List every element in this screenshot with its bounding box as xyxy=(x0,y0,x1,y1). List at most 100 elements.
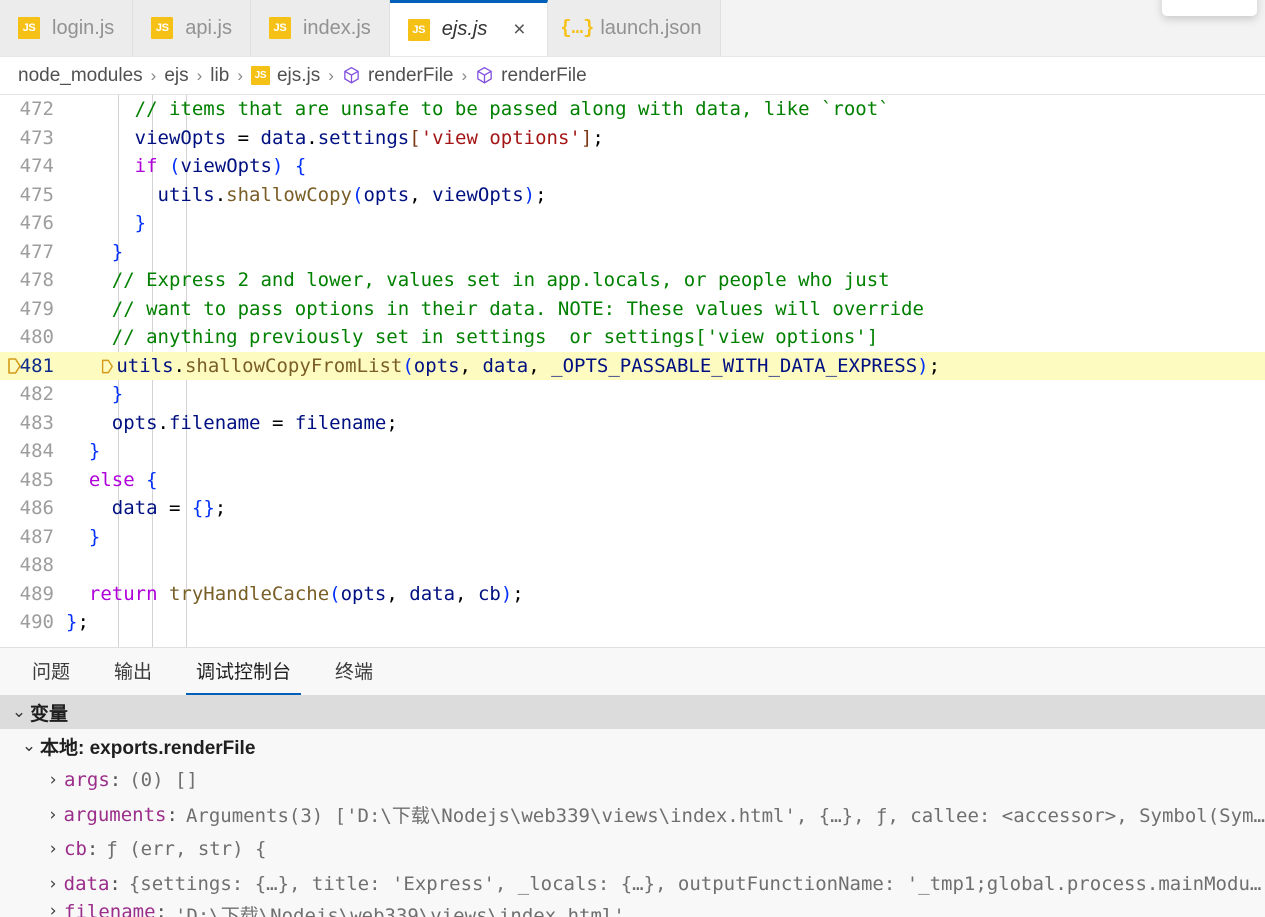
line-number[interactable]: 486 xyxy=(0,497,66,519)
editor-tab-api-js[interactable]: JS api.js xyxy=(133,0,251,56)
code-line[interactable]: 485 else { xyxy=(0,466,1265,495)
code-line-text: // items that are unsafe to be passed al… xyxy=(134,98,890,121)
code-editor[interactable]: 472 // items that are unsafe to be passe… xyxy=(0,95,1265,647)
line-number[interactable]: 480 xyxy=(0,326,66,348)
code-line-text: } xyxy=(88,525,101,548)
breadcrumb-item-ejs[interactable]: ejs › xyxy=(164,65,210,87)
chevron-right-icon[interactable]: › xyxy=(42,839,64,859)
variable-row[interactable]: › cb: ƒ (err, str) { xyxy=(0,832,1265,867)
debug-execution-pointer-icon xyxy=(6,357,22,375)
line-number[interactable]: 477 xyxy=(0,241,66,263)
variable-name: data xyxy=(63,872,110,895)
js-file-icon: JS xyxy=(250,66,270,85)
variable-value: {settings: {…}, title: 'Express', _local… xyxy=(128,872,1265,895)
code-line[interactable]: 486 data = {}; xyxy=(0,494,1265,523)
chevron-right-icon[interactable]: › xyxy=(42,770,64,790)
code-line[interactable]: 490}; xyxy=(0,608,1265,637)
code-line[interactable]: 484 } xyxy=(0,437,1265,466)
editor-tab-label: api.js xyxy=(185,16,232,39)
variable-row[interactable]: › data: {settings: {…}, title: 'Express', … xyxy=(0,867,1265,902)
code-lines: 472 // items that are unsafe to be passe… xyxy=(0,95,1265,637)
line-number[interactable]: 479 xyxy=(0,298,66,320)
code-line-text: } xyxy=(111,383,124,406)
panel-tab-debug-console[interactable]: 调试控制台 xyxy=(186,657,302,695)
code-line[interactable]: 475 utils.shallowCopy(opts, viewOpts); xyxy=(0,181,1265,210)
chevron-right-icon: › xyxy=(461,65,468,85)
variables-section-header[interactable]: ⌄ 变量 xyxy=(0,695,1265,729)
line-number[interactable]: 482 xyxy=(0,383,66,405)
panel-tab-output[interactable]: 输出 xyxy=(104,657,162,695)
code-line-current-execution[interactable]: 481 utils.shallowCopyFromList(opts, data… xyxy=(0,351,1265,380)
code-line[interactable]: 488 xyxy=(0,551,1265,580)
breadcrumb-label: ejs.js xyxy=(276,64,321,86)
panel-tab-problems[interactable]: 问题 xyxy=(22,657,80,695)
editor-tab-label: index.js xyxy=(302,16,371,39)
chevron-right-icon: › xyxy=(196,65,203,85)
variables-section-title: 变量 xyxy=(30,703,69,725)
variable-row[interactable]: › args: (0) [] xyxy=(0,763,1265,798)
code-line[interactable]: 472 // items that are unsafe to be passe… xyxy=(0,95,1265,124)
variable-colon: : xyxy=(86,838,99,861)
panel-tab-bar: 问题 输出 调试控制台 终端 xyxy=(0,647,1265,695)
breadcrumb-label: node_modules xyxy=(18,64,143,86)
breadcrumb-item-renderfile-outer[interactable]: renderFile › xyxy=(342,65,475,87)
code-line[interactable]: 474 if (viewOpts) { xyxy=(0,152,1265,181)
breadcrumb-item-node-modules[interactable]: node_modules › xyxy=(18,65,164,87)
code-line[interactable]: 489 return tryHandleCache(opts, data, cb… xyxy=(0,580,1265,609)
code-line[interactable]: 479 // want to pass options in their dat… xyxy=(0,295,1265,324)
code-line-text: opts.filename = filename; xyxy=(111,411,398,434)
breadcrumb-item-ejs-js[interactable]: JS ejs.js › xyxy=(250,64,342,87)
code-line-text: // Express 2 and lower, values set in ap… xyxy=(111,269,890,292)
variables-scope-local[interactable]: ⌄ 本地: exports.renderFile xyxy=(0,729,1265,763)
code-line[interactable]: 482 } xyxy=(0,380,1265,409)
line-number[interactable]: 487 xyxy=(0,526,66,548)
line-number[interactable]: 483 xyxy=(0,412,66,434)
breadcrumb-item-lib[interactable]: lib › xyxy=(210,65,251,87)
code-line[interactable]: 476 } xyxy=(0,209,1265,238)
close-icon[interactable]: × xyxy=(509,19,529,40)
line-number[interactable]: 481 xyxy=(0,355,66,377)
chevron-right-icon[interactable]: › xyxy=(42,805,64,825)
panel-tab-terminal[interactable]: 终端 xyxy=(325,657,383,695)
code-line[interactable]: 473 viewOpts = data.settings['view optio… xyxy=(0,124,1265,153)
code-line[interactable]: 487 } xyxy=(0,523,1265,552)
editor-tab-login-js[interactable]: JS login.js xyxy=(0,0,134,56)
line-number[interactable]: 472 xyxy=(0,98,66,120)
chevron-right-icon[interactable]: › xyxy=(42,901,64,917)
line-number[interactable]: 474 xyxy=(0,155,66,177)
code-line-text: utils.shallowCopyFromList(opts, data, _O… xyxy=(66,355,1265,377)
line-number[interactable]: 473 xyxy=(0,127,66,149)
code-line[interactable]: 478 // Express 2 and lower, values set i… xyxy=(0,266,1265,295)
line-number[interactable]: 475 xyxy=(0,184,66,206)
chevron-down-icon: ⌄ xyxy=(11,702,27,721)
variable-colon: : xyxy=(155,901,167,917)
symbol-cube-icon xyxy=(342,66,361,85)
variable-row[interactable]: › arguments: Arguments(3) ['D:\下载\Nodejs\w… xyxy=(0,798,1265,833)
breadcrumb-label: renderFile xyxy=(501,64,587,86)
variable-name: cb xyxy=(64,838,87,861)
js-file-icon: JS xyxy=(18,17,40,39)
floating-overlay-panel xyxy=(1162,0,1257,16)
variable-value: 'D:\下载\Nodejs\web339\views\index.html' xyxy=(174,905,625,917)
editor-tab-label: launch.json xyxy=(600,16,702,39)
variables-list: › args: (0) [] › arguments: Arguments(3) ['D:… xyxy=(0,763,1265,917)
editor-tab-index-js[interactable]: JS index.js xyxy=(250,0,390,56)
code-line[interactable]: 477 } xyxy=(0,238,1265,267)
code-line[interactable]: 483 opts.filename = filename; xyxy=(0,409,1265,438)
code-line-text: return tryHandleCache(opts, data, cb); xyxy=(88,582,524,605)
breadcrumb-item-renderfile-inner[interactable]: renderFile xyxy=(475,65,587,87)
line-number[interactable]: 476 xyxy=(0,212,66,234)
variable-row[interactable]: › filename: 'D:\下载\Nodejs\web339\views\ind… xyxy=(0,901,1265,917)
code-line[interactable]: 480 // anything previously set in settin… xyxy=(0,323,1265,352)
variable-value: (0) [] xyxy=(129,769,198,792)
line-number[interactable]: 488 xyxy=(0,554,66,576)
chevron-right-icon[interactable]: › xyxy=(42,874,64,894)
line-number[interactable]: 490 xyxy=(0,611,66,633)
editor-tab-ejs-js[interactable]: JS ejs.js × xyxy=(389,0,549,56)
editor-tab-launch-json[interactable]: {…} launch.json xyxy=(548,0,721,56)
line-number[interactable]: 484 xyxy=(0,440,66,462)
variables-scope-label: 本地: exports.renderFile xyxy=(40,737,256,759)
line-number[interactable]: 485 xyxy=(0,469,66,491)
line-number[interactable]: 489 xyxy=(0,583,66,605)
line-number[interactable]: 478 xyxy=(0,269,66,291)
